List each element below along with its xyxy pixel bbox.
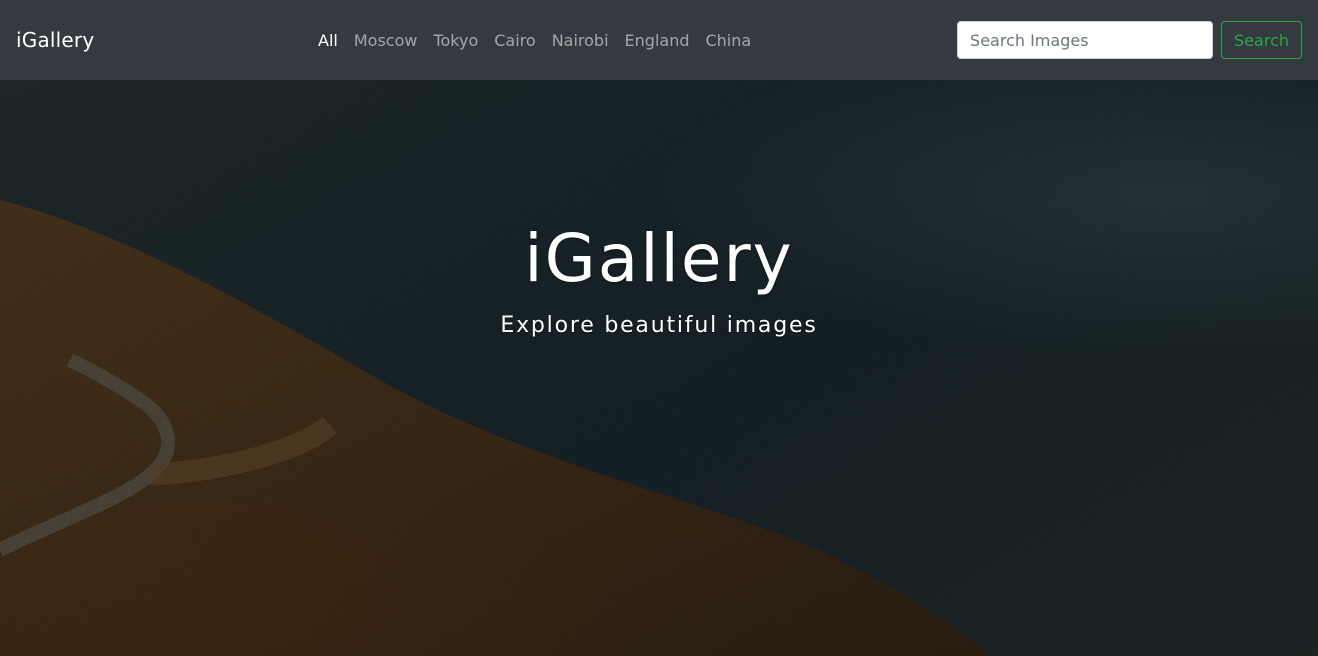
nav-link-china[interactable]: China (697, 31, 759, 50)
nav-links: All Moscow Tokyo Cairo Nairobi England C… (310, 31, 759, 50)
nav-link-tokyo[interactable]: Tokyo (425, 31, 486, 50)
nav-link-england[interactable]: England (617, 31, 698, 50)
nav-link-cairo[interactable]: Cairo (486, 31, 543, 50)
hero-overlay (0, 80, 1318, 656)
nav-link-all[interactable]: All (310, 31, 346, 50)
navbar: iGallery All Moscow Tokyo Cairo Nairobi … (0, 0, 1318, 80)
nav-link-nairobi[interactable]: Nairobi (544, 31, 617, 50)
hero-banner: iGallery Explore beautiful images (0, 80, 1318, 656)
search-button[interactable]: Search (1221, 21, 1302, 59)
search-input[interactable] (957, 21, 1214, 59)
brand-logo-link[interactable]: iGallery (16, 28, 310, 52)
hero-title: iGallery (524, 220, 794, 297)
hero-subtitle: Explore beautiful images (500, 313, 818, 338)
search-form: Search (957, 21, 1302, 59)
nav-link-moscow[interactable]: Moscow (346, 31, 426, 50)
